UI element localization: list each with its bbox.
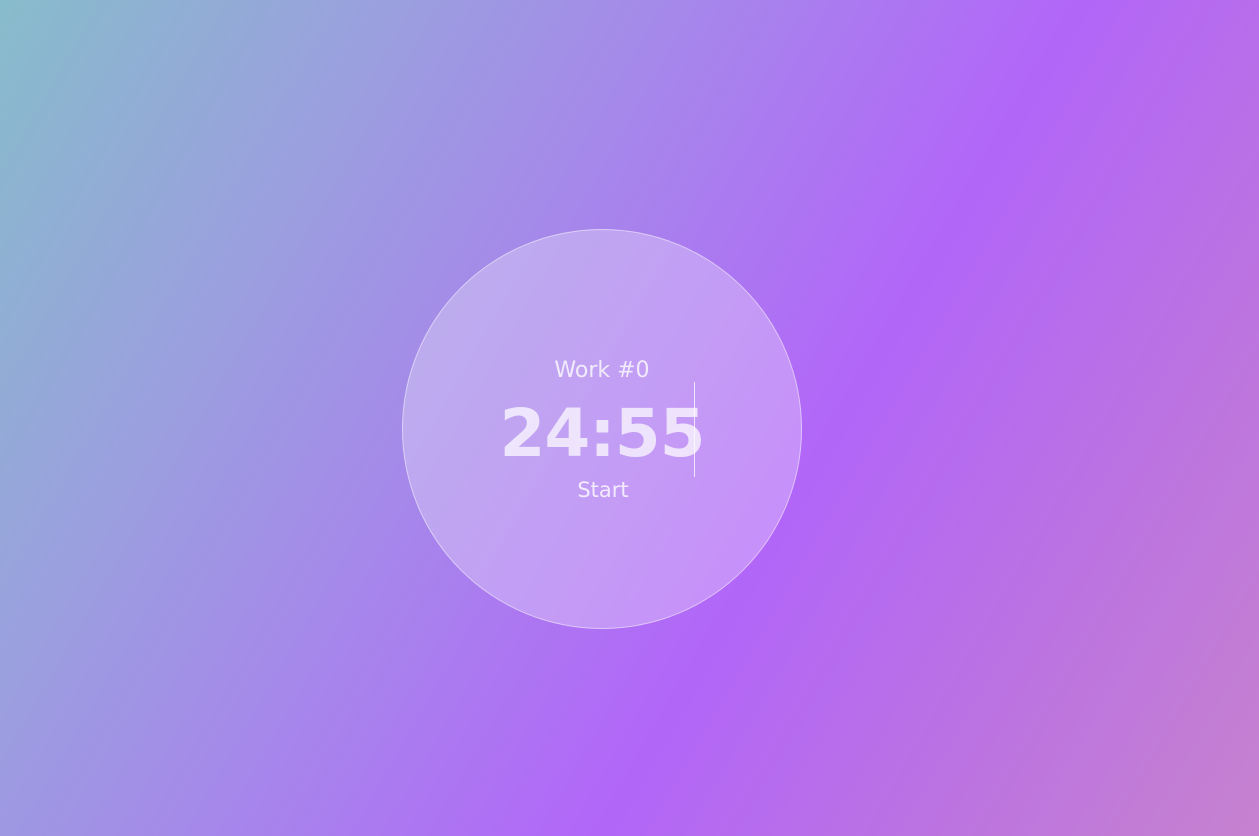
timer-circle: Work #0 24:55 Start: [402, 229, 802, 629]
time-display: 24:55: [499, 395, 705, 472]
text-caret: [694, 382, 695, 477]
session-label: Work #0: [554, 358, 650, 383]
start-button[interactable]: Start: [553, 477, 653, 503]
